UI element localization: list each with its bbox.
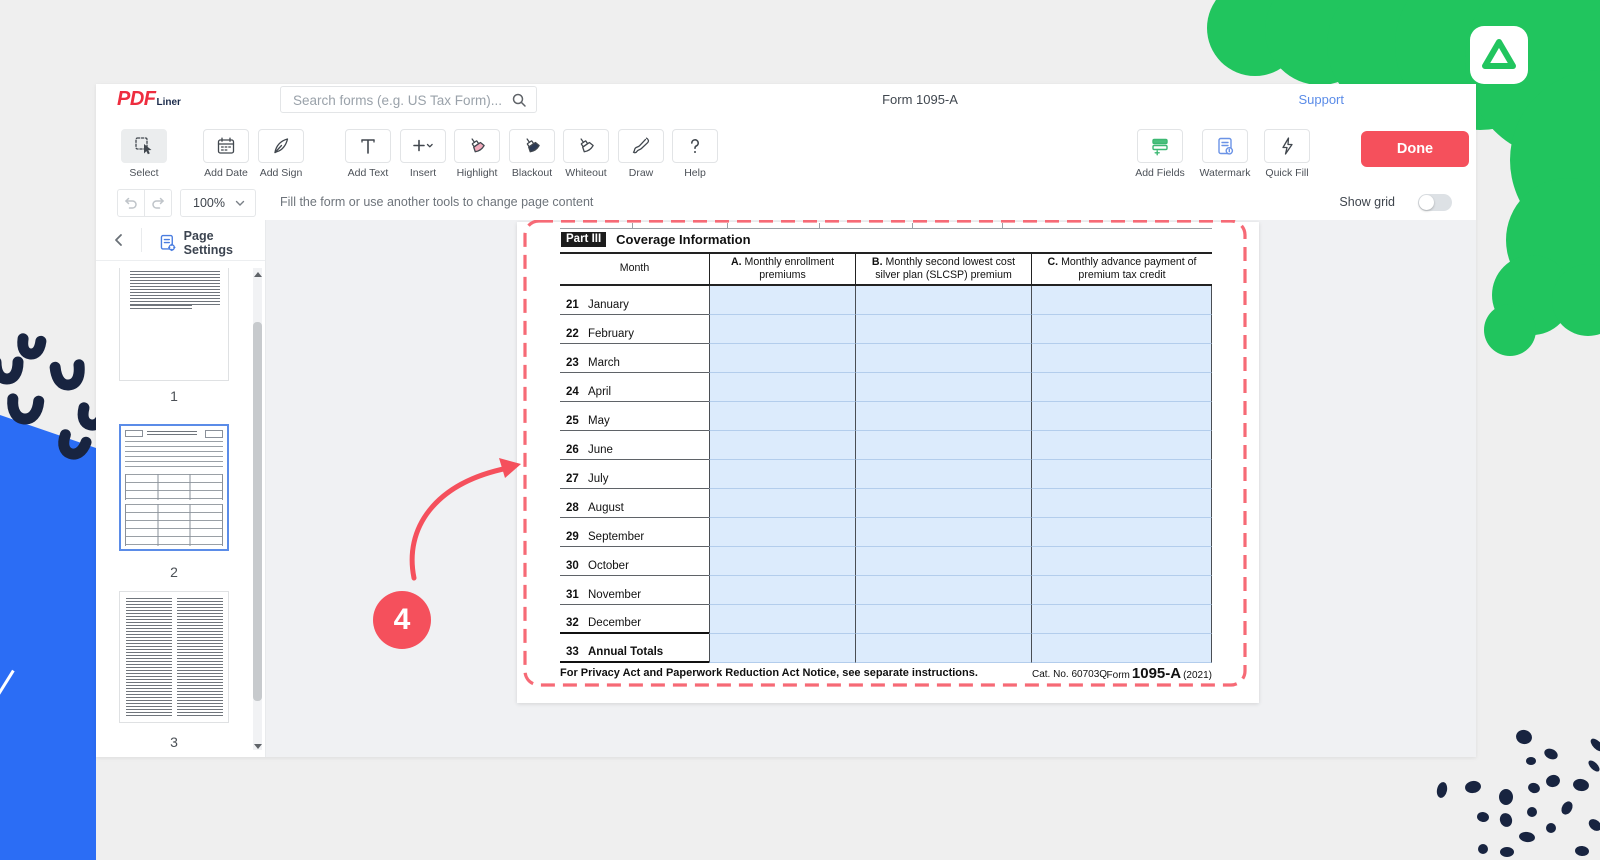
mini-form-table: [125, 504, 223, 546]
page-settings-icon: [158, 233, 178, 253]
add-fields-icon: [1149, 135, 1171, 157]
lightning-icon: [1276, 135, 1298, 157]
show-grid-label: Show grid: [1339, 185, 1395, 220]
thumbnail-text-lines: [130, 305, 192, 311]
undo-button[interactable]: [117, 189, 145, 217]
step-number-badge: 4: [373, 591, 431, 649]
pdfliner-logo[interactable]: PDFLiner: [117, 88, 181, 111]
mini-form-box: [205, 430, 223, 438]
search-icon[interactable]: [511, 92, 527, 108]
paintbrush-icon: [630, 135, 652, 157]
mini-form-title: [147, 431, 197, 436]
page-settings-button[interactable]: Page Settings: [158, 229, 265, 257]
sidebar-header: Page Settings: [96, 220, 265, 261]
sidebar-scrollbar-thumb[interactable]: [253, 322, 262, 701]
show-grid-toggle[interactable]: [1418, 194, 1452, 211]
watermark-doc-icon: [1214, 135, 1236, 157]
page-thumbnail-1[interactable]: [119, 268, 229, 381]
divider: [141, 228, 142, 252]
redo-button[interactable]: [144, 189, 172, 217]
mini-form-rows: [125, 441, 223, 471]
add-sign-button[interactable]: Add Sign: [258, 129, 304, 163]
blackout-button[interactable]: Blackout: [509, 129, 555, 163]
logo-liner-text: Liner: [157, 97, 181, 108]
highlight-brush-icon: [466, 135, 488, 157]
text-icon: [357, 135, 379, 157]
page-thumbnail-2-selected[interactable]: [119, 424, 229, 551]
select-cursor-icon: [133, 135, 155, 157]
draw-button[interactable]: Draw: [618, 129, 664, 163]
toggle-knob: [1419, 195, 1434, 210]
page-number-2: 2: [119, 564, 229, 580]
scroll-down-arrow[interactable]: [254, 744, 262, 749]
annotation-arrow: [396, 455, 536, 590]
select-tool-button[interactable]: Select: [121, 129, 167, 163]
highlight-button[interactable]: Highlight: [454, 129, 500, 163]
app-window: PDFLiner Form 1095-A Support Select: [96, 84, 1476, 757]
zoom-value: 100%: [193, 196, 225, 210]
thumbnail-text-lines: [130, 271, 220, 305]
header-bar: PDFLiner Form 1095-A Support: [96, 84, 1476, 116]
pdfliner-logo-tile: [1470, 26, 1528, 84]
redo-icon: [150, 195, 166, 211]
pen-nib-icon: [270, 135, 292, 157]
document-title: Form 1095-A: [882, 84, 958, 115]
help-button[interactable]: Help: [672, 129, 718, 163]
undo-icon: [123, 195, 139, 211]
done-button[interactable]: Done: [1361, 131, 1469, 167]
scroll-up-arrow[interactable]: [254, 272, 262, 277]
calendar-icon: [215, 135, 237, 157]
search-input[interactable]: [291, 87, 510, 114]
page-thumbnail-3[interactable]: [119, 591, 229, 723]
pdf-logo-icon: [1479, 35, 1519, 75]
whiteout-brush-icon: [575, 135, 597, 157]
add-text-button[interactable]: Add Text: [345, 129, 391, 163]
logo-pdf-text: PDF: [117, 88, 156, 111]
mini-form-box: [125, 430, 143, 437]
highlight-dashed-border: [522, 220, 1248, 688]
watermark-button[interactable]: Watermark: [1202, 129, 1248, 163]
chevron-down-icon: [234, 197, 246, 209]
status-hint-text: Fill the form or use another tools to ch…: [280, 185, 593, 220]
plus-chevron-icon: [410, 135, 436, 157]
blackout-brush-icon: [521, 135, 543, 157]
quick-fill-button[interactable]: Quick Fill: [1264, 129, 1310, 163]
page-number-3: 3: [119, 734, 229, 750]
whiteout-button[interactable]: Whiteout: [563, 129, 609, 163]
page-number-1: 1: [119, 388, 229, 404]
collapse-sidebar-icon[interactable]: [110, 231, 128, 249]
support-link[interactable]: Support: [1298, 84, 1344, 115]
add-date-button[interactable]: Add Date: [203, 129, 249, 163]
add-fields-button[interactable]: Add Fields: [1137, 129, 1183, 163]
status-bar: 100% Fill the form or use another tools …: [96, 185, 1476, 221]
toolbar: Select Add Date Add Sign Add Text: [96, 115, 1476, 186]
thumbnail-text-column: [177, 598, 223, 716]
mini-form-table: [125, 474, 223, 500]
pages-sidebar: Page Settings 1 2 3: [96, 220, 266, 757]
search-box[interactable]: [280, 86, 537, 113]
page-settings-label: Page Settings: [184, 229, 265, 257]
insert-button[interactable]: Insert: [400, 129, 446, 163]
document-canvas: Part III Coverage Information Month A.Mo…: [266, 220, 1476, 757]
thumbnail-text-column: [126, 598, 172, 716]
question-icon: [684, 135, 706, 157]
zoom-dropdown[interactable]: 100%: [180, 189, 256, 217]
